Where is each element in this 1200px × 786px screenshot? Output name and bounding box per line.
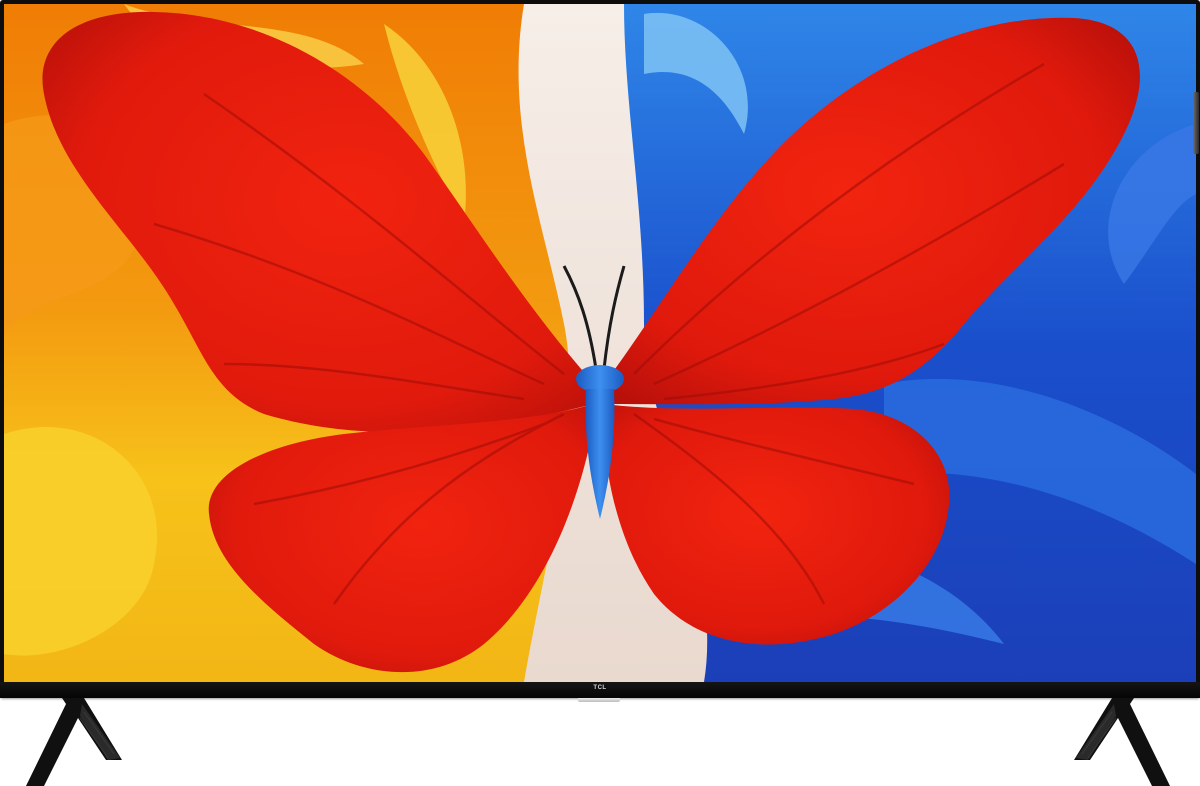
product-image: TCL	[0, 0, 1200, 786]
tv-leg-right-icon	[1074, 698, 1174, 786]
television: TCL	[0, 0, 1200, 702]
tv-leg-left-icon	[22, 698, 122, 786]
ir-sensor	[578, 698, 620, 702]
butterfly-artwork	[4, 4, 1196, 682]
brand-logo: TCL	[593, 685, 607, 691]
tv-screen	[4, 4, 1196, 682]
side-buttons	[1193, 92, 1199, 154]
